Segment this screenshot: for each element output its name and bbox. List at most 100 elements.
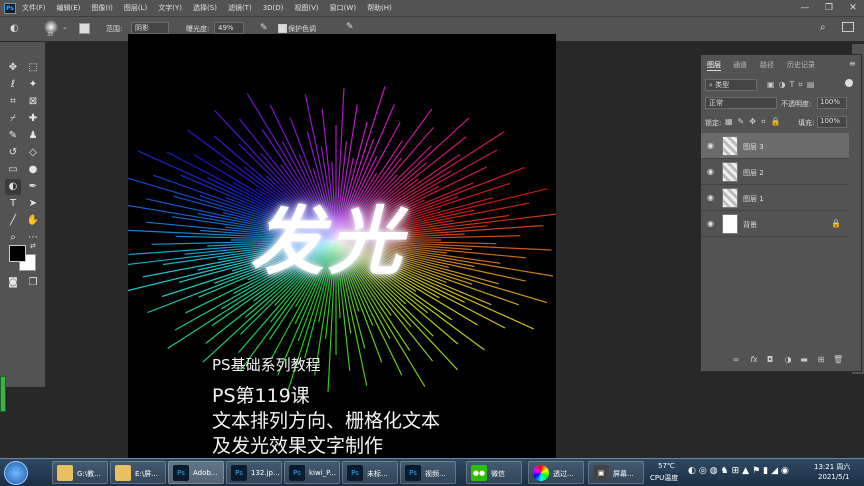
stamp-tool-icon[interactable]: ♟ [25,128,41,144]
magic-wand-icon[interactable]: ✦ [25,77,41,93]
brush-size-value: 35 [47,32,54,38]
chevron-down-icon[interactable]: ⌄ [62,23,68,31]
tab-layers[interactable]: 图层 [707,60,721,71]
line-tool-icon[interactable]: ╱ [5,213,21,229]
delete-layer-icon[interactable]: 🗑 [833,355,843,365]
layer-row-background[interactable]: ◉ 背景 🔒 [701,211,849,237]
airbrush-icon[interactable]: ✎ [260,23,268,33]
visibility-eye-icon[interactable]: ◉ [707,193,714,202]
menu-edit[interactable]: 编辑(E) [57,3,81,13]
menu-layer[interactable]: 图层(L) [124,3,147,13]
gradient-tool-icon[interactable]: ▭ [5,162,21,178]
healing-brush-icon[interactable]: ✚ [25,111,41,127]
photoshop-icon: Ps [405,465,421,481]
close-button[interactable]: ✕ [842,0,864,16]
move-tool-icon[interactable]: ✥ [5,60,21,76]
side-indicator-bar [0,376,6,412]
system-tray-icons[interactable]: ◐◎◍♞⊞▲⚑▮◢◉ [688,466,792,476]
filter-toggle-icon[interactable] [845,79,853,87]
layer-style-icon[interactable]: fx [749,355,759,365]
dodge-tool-icon[interactable]: ◐ [5,179,21,195]
path-select-icon[interactable]: ➤ [25,196,41,212]
filter-icons[interactable]: ▣◑T⌗▤ [767,80,819,90]
exposure-input[interactable]: 49% [214,22,244,34]
taskbar-photoshop[interactable]: Ps Adob... [168,461,224,484]
zoom-tool-icon[interactable]: ⌕ [5,230,21,246]
visibility-eye-icon[interactable]: ◉ [707,141,714,150]
visibility-eye-icon[interactable]: ◉ [707,167,714,176]
menu-window[interactable]: 窗口(W) [330,3,356,13]
maximize-button[interactable]: ❐ [818,0,840,16]
add-mask-icon[interactable]: ◘ [765,355,775,365]
range-select[interactable]: 阴影 [131,22,169,34]
quick-mask-icon[interactable]: ◙ [5,275,21,291]
hand-tool-icon[interactable]: ✋ [25,213,41,229]
history-brush-icon[interactable]: ↺ [5,145,21,161]
tools-panel: ✥ ⬚ ℓ ✦ ⌗ ⊠ ⌿ ✚ ✎ ♟ ↺ ◇ ▭ ● ◐ ✒ T ➤ ╱ ✋ … [0,42,46,387]
menu-filter[interactable]: 滤镜(T) [228,3,252,13]
layer-thumbnail [722,214,738,234]
taskbar-wechat[interactable]: ●● 微信 [466,461,522,484]
windows-taskbar: G:\教... E:\屏... Ps Adob... Ps 132.jp... Ps… [0,458,864,486]
menu-select[interactable]: 选择(S) [193,3,217,13]
menu-3d[interactable]: 3D(D) [263,4,284,12]
taskbar-color-app[interactable]: 透过... [528,461,584,484]
visibility-eye-icon[interactable]: ◉ [707,219,714,228]
lasso-tool-icon[interactable]: ℓ [5,77,21,93]
glow-title-text: 发光 [250,199,406,285]
menu-help[interactable]: 帮助(H) [367,3,392,13]
workspace-icon[interactable] [842,22,854,32]
layer-row-3[interactable]: ◉ 图层 3 [701,133,849,159]
taskbar-photoshop-kiwi[interactable]: Ps kiwi_P... [284,461,340,484]
frame-tool-icon[interactable]: ⊠ [25,94,41,110]
taskbar-screen-recorder[interactable]: ▣ 屏幕... [588,461,644,484]
caption-series: PS基础系列教程 [212,356,321,374]
panel-menu-icon[interactable]: ≡ [849,59,856,68]
type-tool-icon[interactable]: T [5,196,21,212]
blur-tool-icon[interactable]: ● [25,162,41,178]
taskbar-explorer-e[interactable]: E:\屏... [110,461,166,484]
fill-input[interactable]: 100% [817,116,847,128]
layer-row-1[interactable]: ◉ 图层 1 [701,185,849,211]
filter-kind-value: 类型 [715,81,730,89]
brush-tool-icon[interactable]: ✎ [5,128,21,144]
marquee-tool-icon[interactable]: ⬚ [25,60,41,76]
document-canvas[interactable]: 发光 PS基础系列教程 PS第119课 文本排列方向、栅格化文本 及发光效果文字… [128,34,556,458]
menu-image[interactable]: 图像(I) [91,3,113,13]
new-group-icon[interactable]: ▬ [799,355,809,365]
eyedropper-icon[interactable]: ⌿ [5,111,21,127]
layer-row-2[interactable]: ◉ 图层 2 [701,159,849,185]
opacity-input[interactable]: 100% [817,97,847,109]
adjustment-layer-icon[interactable]: ◑ [783,355,793,365]
new-layer-icon[interactable]: ⊞ [816,355,826,365]
search-icon[interactable]: ⌕ [820,22,826,33]
pen-tool-icon[interactable]: ✒ [25,179,41,195]
protect-tones-checkbox[interactable] [278,24,287,33]
dodge-tool-icon[interactable]: ◐ [10,23,26,35]
swap-colors-icon[interactable]: ⇄ [30,242,36,250]
link-layers-icon[interactable]: ∞ [731,355,741,365]
layers-panel: 图层 通道 路径 历史记录 ≡ ⌕ 类型 ▣◑T⌗▤ 正常 不透明度: 100%… [700,54,862,372]
minimize-button[interactable]: — [794,0,816,16]
foreground-color-swatch[interactable] [9,245,26,262]
tab-paths[interactable]: 路径 [760,60,774,70]
tab-history[interactable]: 历史记录 [787,60,815,70]
screen-mode-icon[interactable]: ❐ [25,275,41,291]
brush-panel-icon[interactable] [79,23,90,34]
menu-type[interactable]: 文字(Y) [158,3,182,13]
filter-kind-select[interactable]: ⌕ 类型 [705,79,757,91]
blend-mode-select[interactable]: 正常 [705,97,777,109]
start-button[interactable] [4,461,28,485]
taskbar-photoshop-untitled[interactable]: Ps 未标... [342,461,398,484]
caption-topic-1: 文本排列方向、栅格化文本 [212,410,441,432]
tab-channels[interactable]: 通道 [733,60,747,70]
taskbar-photoshop-video[interactable]: Ps 视频... [400,461,456,484]
taskbar-photoshop-image[interactable]: Ps 132.jp... [226,461,282,484]
pressure-icon[interactable]: ✎ [346,22,354,32]
lock-icons[interactable]: ▦✎✥⌗🔒 [725,117,785,127]
crop-tool-icon[interactable]: ⌗ [5,94,21,110]
eraser-tool-icon[interactable]: ◇ [25,145,41,161]
menu-view[interactable]: 视图(V) [294,3,318,13]
menu-file[interactable]: 文件(F) [22,3,46,13]
taskbar-explorer-g[interactable]: G:\教... [52,461,108,484]
